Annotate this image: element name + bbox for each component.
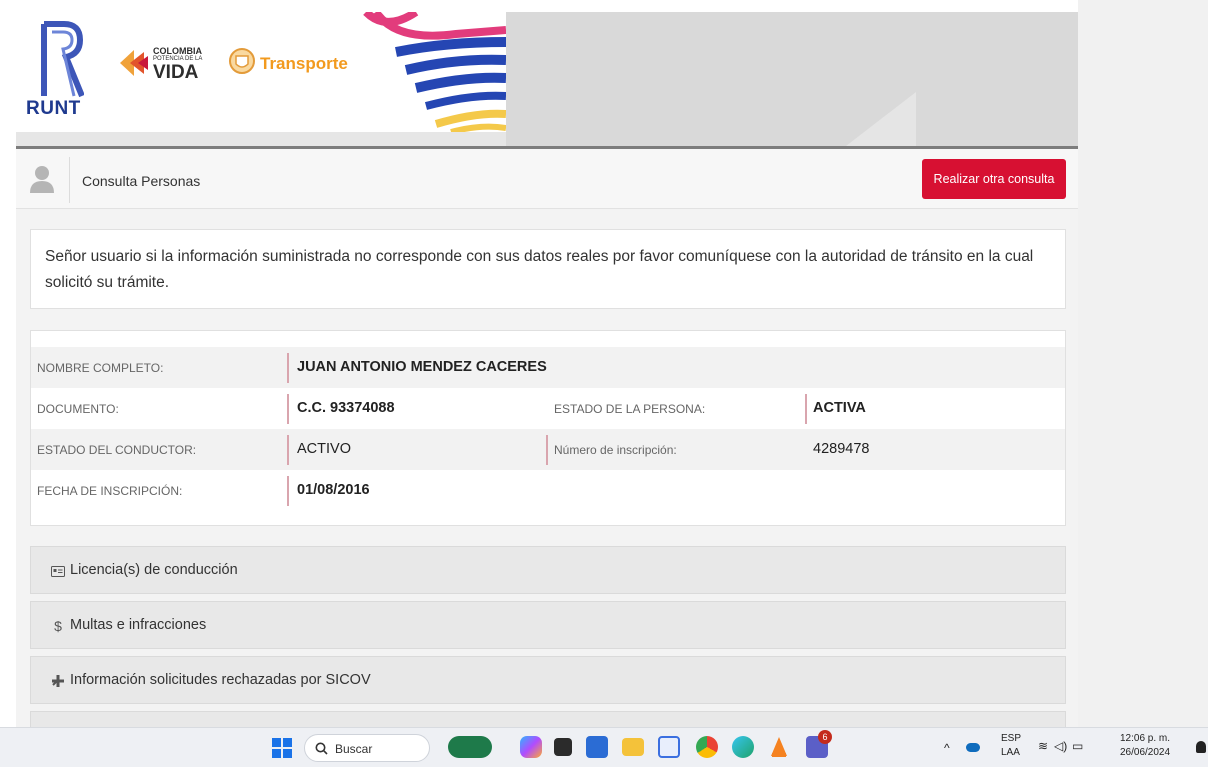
coat-of-arms-icon (229, 48, 255, 74)
notice-message: Señor usuario si la información suminist… (30, 229, 1066, 309)
separator (287, 353, 289, 383)
nombre-value: JUAN ANTONIO MENDEZ CACERES (297, 359, 547, 375)
page-content: RUNT COLOMBIA POTENCIA DE LA VIDA Transp… (16, 12, 1078, 727)
runt-logo-label: RUNT (26, 98, 81, 119)
search-placeholder: Buscar (335, 742, 373, 756)
tray-chevron-icon[interactable]: ^ (944, 741, 950, 755)
header-banner: RUNT COLOMBIA POTENCIA DE LA VIDA Transp… (16, 12, 1078, 146)
clock-date[interactable]: 26/06/2024 (1120, 747, 1170, 758)
screen: RUNT COLOMBIA POTENCIA DE LA VIDA Transp… (0, 0, 1208, 767)
clock-time[interactable]: 12:06 p. m. (1120, 733, 1170, 744)
dollar-icon: $ (54, 618, 62, 634)
language-top[interactable]: ESP (1001, 733, 1021, 744)
copilot-icon[interactable] (520, 736, 542, 758)
page-title: Consulta Personas (82, 173, 201, 189)
task-view-icon[interactable] (554, 738, 572, 756)
info-row-documento: DOCUMENTO: C.C. 93374088 ESTADO DE LA PE… (31, 388, 1065, 429)
section-label: Licencia(s) de conducción (70, 562, 238, 578)
windows-start-icon[interactable] (272, 738, 292, 758)
search-icon (315, 742, 328, 755)
separator (287, 394, 289, 424)
new-query-button[interactable]: Realizar otra consulta (922, 159, 1066, 199)
chrome-icon[interactable] (696, 736, 718, 758)
banner-white-area: RUNT COLOMBIA POTENCIA DE LA VIDA Transp… (16, 12, 506, 132)
decorative-waves-icon (363, 12, 506, 132)
language-bottom[interactable]: LAA (1001, 747, 1020, 758)
section-multas[interactable]: $ Multas e infracciones (30, 601, 1066, 649)
top-strip (0, 0, 1208, 12)
estado-conductor-label: ESTADO DEL CONDUCTOR: (37, 443, 197, 457)
inscripcion-num-label: Número de inscripción: (554, 443, 677, 457)
onedrive-icon[interactable] (966, 743, 980, 752)
snipping-tool-icon[interactable] (658, 736, 680, 758)
edge-icon[interactable] (732, 736, 754, 758)
section-label: Multas e infracciones (70, 617, 207, 633)
section-sicov[interactable]: Información solicitudes rechazadas por S… (30, 656, 1066, 704)
estado-conductor-value: ACTIVO (297, 441, 351, 457)
transporte-label: Transporte (260, 54, 348, 73)
volume-icon[interactable]: ◁) (1054, 739, 1067, 753)
separator (287, 476, 289, 506)
inscripcion-num-value: 4289478 (813, 441, 870, 457)
notification-bell-icon[interactable] (1196, 741, 1206, 753)
banner-shape-icon (846, 92, 916, 146)
plus-icon (49, 672, 67, 690)
estado-persona-label: ESTADO DE LA PERSONA: (554, 402, 706, 416)
info-row-nombre: NOMBRE COMPLETO: JUAN ANTONIO MENDEZ CAC… (31, 347, 1065, 388)
user-icon (30, 166, 54, 193)
estado-persona-value: ACTIVA (813, 400, 866, 416)
file-explorer-icon[interactable] (622, 738, 644, 756)
colombia-logo-icon (120, 50, 148, 76)
teams-icon[interactable]: 6 (806, 730, 832, 758)
taskbar: Buscar 6 ^ ESP LAA ≋ ◁) ▭ 12:06 p. m. 26… (0, 727, 1208, 767)
info-row-fecha: FECHA DE INSCRIPCIÓN: 01/08/2016 (31, 470, 1065, 511)
separator (546, 435, 548, 465)
section-partial[interactable] (30, 711, 1066, 727)
section-licencias[interactable]: Licencia(s) de conducción (30, 546, 1066, 594)
colombia-label: COLOMBIA (153, 46, 202, 56)
teams-badge: 6 (818, 730, 832, 744)
banner-bottom-band (16, 132, 506, 146)
runt-logo-icon (41, 21, 84, 98)
person-info-card: NOMBRE COMPLETO: JUAN ANTONIO MENDEZ CAC… (30, 330, 1066, 526)
documento-value: C.C. 93374088 (297, 400, 395, 416)
vida-label: VIDA (153, 62, 199, 83)
documento-label: DOCUMENTO: (37, 402, 119, 416)
news-widget-icon[interactable] (448, 736, 492, 758)
nombre-label: NOMBRE COMPLETO: (37, 361, 164, 375)
wifi-icon[interactable]: ≋ (1038, 739, 1048, 753)
battery-icon[interactable]: ▭ (1072, 739, 1083, 753)
section-label: Información solicitudes rechazadas por S… (70, 672, 371, 688)
word-icon[interactable] (586, 736, 608, 758)
user-icon-box (16, 157, 70, 203)
separator (287, 435, 289, 465)
consulta-bar: Consulta Personas Realizar otra consulta (16, 149, 1078, 209)
fecha-label: FECHA DE INSCRIPCIÓN: (37, 484, 183, 498)
vlc-icon[interactable] (768, 736, 790, 758)
separator (805, 394, 807, 424)
right-gutter (1078, 0, 1208, 727)
license-card-icon (49, 562, 67, 580)
fecha-value: 01/08/2016 (297, 482, 370, 498)
taskbar-search[interactable]: Buscar (304, 734, 430, 762)
info-row-conductor: ESTADO DEL CONDUCTOR: ACTIVO Número de i… (31, 429, 1065, 470)
